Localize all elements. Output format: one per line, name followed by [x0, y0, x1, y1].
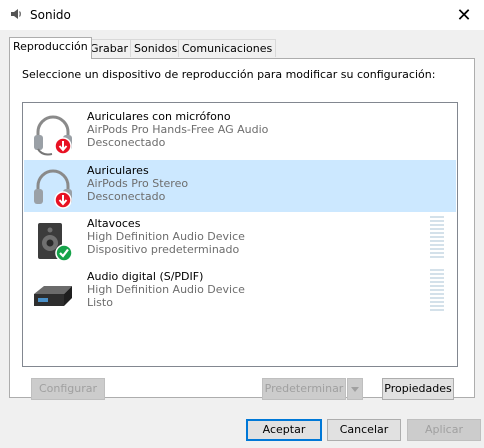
digital-audio-icon	[34, 286, 72, 306]
instruction-text: Seleccione un dispositivo de reproducció…	[22, 68, 436, 81]
device-status: Listo	[87, 296, 113, 309]
volume-meter	[430, 269, 444, 315]
apply-button[interactable]: Aplicar	[407, 419, 481, 441]
tab-grabar[interactable]: Grabar	[86, 39, 133, 57]
device-name: Auriculares con micrófono	[87, 110, 231, 123]
headphones-disconnected-icon	[34, 169, 72, 209]
device-row-digital-audio[interactable]: Audio digital (S/PDIF) High Definition A…	[24, 266, 456, 318]
tab-reproduccion[interactable]: Reproducción	[9, 37, 92, 59]
headset-disconnected-icon	[34, 115, 72, 156]
properties-button[interactable]: Propiedades	[382, 378, 454, 400]
chevron-down-icon	[351, 386, 359, 392]
volume-meter	[430, 216, 444, 262]
set-default-button[interactable]: Predeterminar	[262, 378, 346, 400]
device-name: Audio digital (S/PDIF)	[87, 270, 204, 283]
device-name: Auriculares	[87, 164, 149, 177]
device-status: Desconectado	[87, 190, 166, 203]
dialog-body: Reproducción Grabar Sonidos Comunicacion…	[0, 30, 484, 448]
title-bar: Sonido ✕	[0, 0, 484, 30]
speaker-app-icon	[11, 9, 21, 19]
tab-comunicaciones[interactable]: Comunicaciones	[178, 39, 277, 57]
device-model: AirPods Pro Hands-Free AG Audio	[87, 123, 269, 136]
close-icon: ✕	[456, 4, 472, 26]
cancel-button[interactable]: Cancelar	[327, 419, 401, 441]
close-button[interactable]: ✕	[444, 0, 484, 30]
device-row-headset[interactable]: Auriculares con micrófono AirPods Pro Ha…	[24, 106, 456, 158]
device-status: Desconectado	[87, 136, 166, 149]
speaker-default-icon	[38, 223, 73, 262]
device-model: High Definition Audio Device	[87, 283, 245, 296]
device-model: High Definition Audio Device	[87, 230, 245, 243]
configure-button[interactable]: Configurar	[31, 378, 105, 400]
window-title: Sonido	[30, 8, 71, 22]
ok-button[interactable]: Aceptar	[246, 419, 322, 441]
device-status: Dispositivo predeterminado	[87, 243, 240, 256]
device-row-speakers[interactable]: Altavoces High Definition Audio Device D…	[24, 213, 456, 265]
tab-sonidos[interactable]: Sonidos	[130, 39, 182, 57]
device-name: Altavoces	[87, 217, 141, 230]
set-default-dropdown[interactable]	[347, 378, 363, 400]
device-list[interactable]: Auriculares con micrófono AirPods Pro Ha…	[22, 102, 458, 367]
device-row-headphones[interactable]: Auriculares AirPods Pro Stereo Desconect…	[24, 160, 456, 212]
device-model: AirPods Pro Stereo	[87, 177, 189, 190]
